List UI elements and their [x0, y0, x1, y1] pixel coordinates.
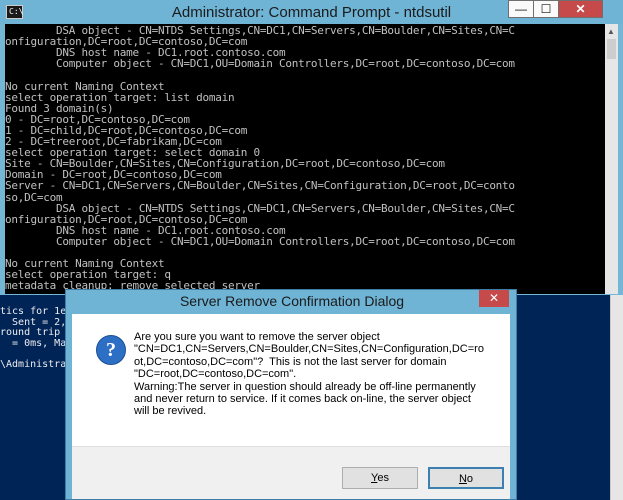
maximize-button[interactable]: ☐ — [533, 0, 559, 18]
dialog-close-button[interactable]: ✕ — [479, 290, 509, 307]
cmd-window: C:\ Administrator: Command Prompt - ntds… — [0, 0, 623, 295]
console-line: DSA object - CN=NTDS Settings,CN=DC1,CN=… — [5, 201, 515, 215]
dialog-button-bar: Yes No — [72, 446, 510, 499]
console-line: Computer object - CN=DC1,OU=Domain Contr… — [5, 57, 515, 71]
background-console-line: round trip — [0, 327, 61, 338]
yes-label-rest: es — [377, 472, 389, 484]
console-line: Computer object - CN=DC1,OU=Domain Contr… — [5, 234, 515, 248]
background-console-line: \Administra — [0, 358, 67, 370]
confirmation-dialog: Server Remove Confirmation Dialog ✕ ? Ar… — [65, 289, 517, 500]
scroll-up-icon[interactable]: ▲ — [607, 27, 615, 36]
cmd-titlebar[interactable]: C:\ Administrator: Command Prompt - ntds… — [0, 0, 623, 24]
close-button[interactable]: ✕ — [558, 0, 603, 18]
background-console-line: tics for 1e — [0, 306, 67, 317]
console-output[interactable]: DSA object - CN=NTDS Settings,CN=DC1,CN=… — [5, 24, 605, 294]
yes-button[interactable]: Yes — [342, 467, 418, 489]
console-line: select operation target: list domain — [5, 90, 235, 104]
question-icon: ? — [96, 335, 126, 365]
no-accelerator: N — [458, 473, 467, 485]
cmd-scrollbar[interactable]: ▲ — [605, 24, 618, 294]
minimize-button[interactable]: — — [508, 0, 534, 18]
console-line: Server - CN=DC1,CN=Servers,CN=Boulder,CN… — [5, 179, 515, 193]
console-line: so,DC=com — [5, 190, 63, 204]
background-console-line: Sent = 2, — [0, 316, 67, 328]
console-line: No current Naming Context — [5, 79, 165, 93]
background-console-line: = 0ms, Max — [0, 337, 73, 349]
no-label-rest: o — [466, 473, 474, 485]
no-button[interactable]: No — [428, 467, 504, 489]
scroll-thumb[interactable] — [607, 39, 616, 59]
dialog-title: Server Remove Confirmation Dialog — [179, 293, 405, 309]
dialog-message: Are you sure you want to remove the serv… — [134, 331, 484, 418]
background-console-scrollbar[interactable] — [610, 290, 623, 500]
dialog-body: ? Are you sure you want to remove the se… — [72, 314, 510, 499]
